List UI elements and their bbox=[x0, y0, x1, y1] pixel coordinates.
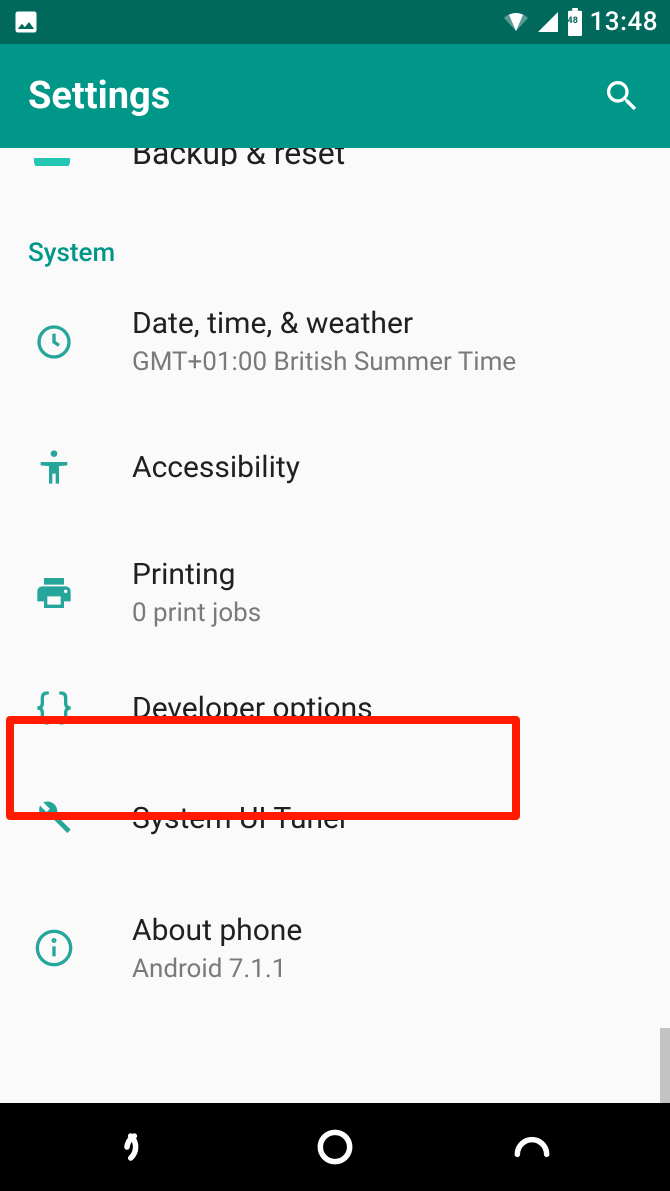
list-item-subtitle: Android 7.1.1 bbox=[132, 954, 670, 984]
accessibility-icon bbox=[34, 447, 74, 487]
list-item-title: About phone bbox=[132, 913, 670, 948]
list-item-title: Printing bbox=[132, 557, 670, 592]
status-bar: 48 13:48 bbox=[0, 0, 670, 44]
image-notification-icon bbox=[12, 8, 40, 36]
section-header-system: System bbox=[0, 166, 670, 276]
list-item-accessibility[interactable]: Accessibility bbox=[0, 407, 670, 527]
list-item-system-ui-tuner[interactable]: System UI Tuner bbox=[0, 758, 670, 878]
list-item-printing[interactable]: Printing 0 print jobs bbox=[0, 527, 670, 658]
printer-icon bbox=[34, 573, 74, 613]
app-bar: Settings bbox=[0, 44, 670, 148]
page-title: Settings bbox=[28, 74, 170, 118]
home-button[interactable] bbox=[313, 1125, 357, 1169]
list-item-datetime[interactable]: Date, time, & weather GMT+01:00 British … bbox=[0, 276, 670, 407]
list-item-developer-options[interactable]: Developer options bbox=[0, 658, 670, 758]
navigation-bar bbox=[0, 1103, 670, 1191]
list-item-title: Date, time, & weather bbox=[132, 306, 670, 341]
settings-list[interactable]: Backup & reset System Date, time, & weat… bbox=[0, 148, 670, 1103]
list-item-cutoff[interactable]: Backup & reset bbox=[0, 148, 670, 166]
search-icon[interactable] bbox=[602, 76, 642, 116]
list-item-subtitle: GMT+01:00 British Summer Time bbox=[132, 347, 670, 377]
braces-icon bbox=[34, 688, 74, 728]
back-button[interactable] bbox=[116, 1125, 160, 1169]
wrench-icon bbox=[34, 798, 74, 838]
backup-icon bbox=[34, 158, 70, 166]
list-item-title: Accessibility bbox=[132, 450, 670, 485]
list-item-title: Developer options bbox=[132, 691, 670, 726]
wifi-icon bbox=[502, 10, 530, 34]
list-item-title: Backup & reset bbox=[132, 148, 345, 166]
info-icon bbox=[34, 928, 74, 968]
clock-icon bbox=[34, 322, 74, 362]
battery-icon: 48 bbox=[566, 8, 584, 36]
list-item-about-phone[interactable]: About phone Android 7.1.1 bbox=[0, 878, 670, 998]
list-item-title: System UI Tuner bbox=[132, 801, 670, 836]
battery-level-text: 48 bbox=[568, 16, 578, 26]
recents-button[interactable] bbox=[510, 1125, 554, 1169]
scrollbar[interactable] bbox=[660, 1028, 670, 1103]
clock-text: 13:48 bbox=[590, 7, 658, 37]
list-item-subtitle: 0 print jobs bbox=[132, 598, 670, 628]
cell-signal-icon bbox=[536, 10, 560, 34]
